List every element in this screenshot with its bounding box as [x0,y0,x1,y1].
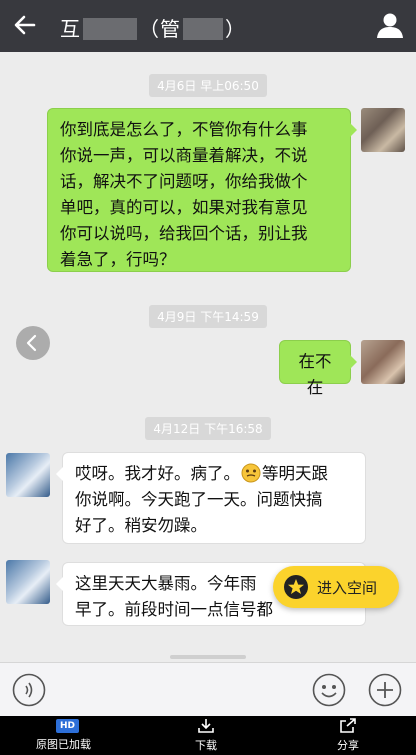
hd-badge: HD [56,719,80,733]
star-space-icon [284,575,308,599]
side-left-arrow-icon[interactable] [16,326,50,360]
back-arrow-icon[interactable] [10,10,40,40]
avatar[interactable] [361,340,405,384]
download-label: 下载 [195,739,217,752]
download-button[interactable]: 下载 [186,718,226,753]
message-bubble-mine: 在不在 [279,340,357,397]
image-viewer-footer: HD 原图已加载 下载 分享 [0,716,416,755]
avatar[interactable] [361,108,405,152]
chat-title: 互 （管 ） [60,13,246,42]
emoji-icon [241,463,261,483]
title-suffix: ） [225,17,246,41]
scroll-indicator [170,655,246,659]
enter-space-button[interactable]: 进入空间 [273,566,399,608]
avatar[interactable] [6,453,50,497]
voice-icon[interactable] [12,673,46,707]
person-icon[interactable] [376,11,404,39]
original-loaded-label: 原图已加载 [36,738,91,751]
message-bubble-mine: 你到底是怎么了，不管你有什么事 你说一声，可以商量着解决，不说 话，解决不了问题… [47,108,357,272]
redacted-name-block [83,18,137,40]
emoji-icon[interactable] [312,673,346,707]
plus-icon[interactable] [368,673,402,707]
title-bar: 互 （管 ） [0,0,416,52]
original-loaded: HD 原图已加载 [22,718,112,752]
share-button[interactable]: 分享 [328,718,368,753]
timestamp: 4月6日 早上06:50 [0,74,416,97]
enter-space-label: 进入空间 [317,578,378,597]
timestamp: 4月12日 下午16:58 [0,417,416,440]
title-prefix: 互 [60,17,81,41]
input-bar [0,662,416,717]
message-bubble-other: 哎呀。我才好。病了。 等明天跟 你说啊。今天跑了一天。问题快搞 好了。稍安勿躁。 [56,452,366,544]
download-icon [198,719,214,733]
redacted-name-block [183,18,223,40]
avatar[interactable] [6,560,50,604]
timestamp: 4月9日 下午14:59 [0,305,416,328]
title-mid: （管 [139,17,181,41]
share-label: 分享 [337,739,359,752]
share-icon [340,718,356,733]
